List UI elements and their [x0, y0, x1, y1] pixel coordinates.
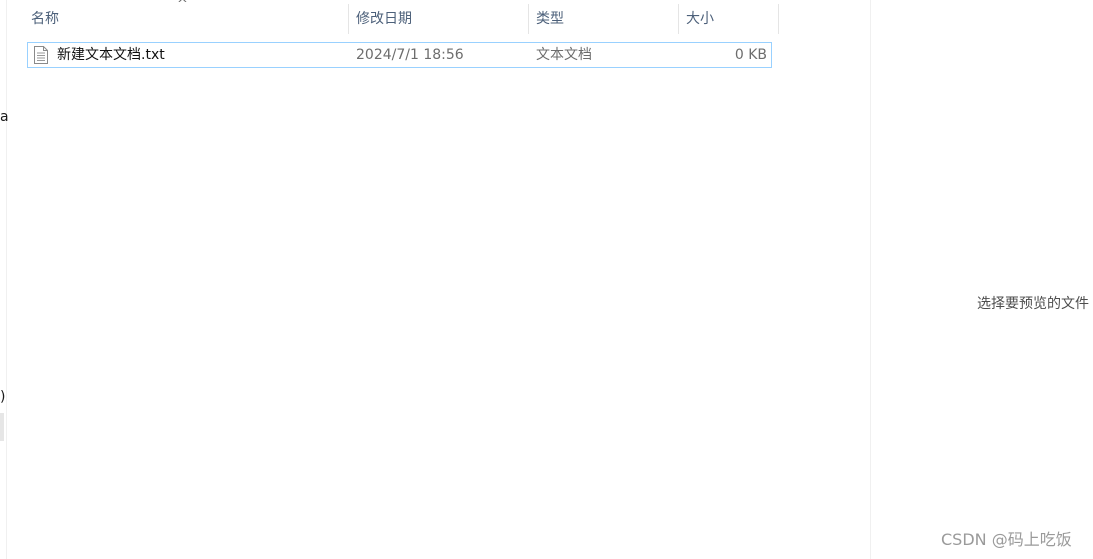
preview-pane: 选择要预览的文件 CSDN @码上吃饭 — [870, 0, 1093, 559]
navigation-pane-edge — [0, 0, 7, 559]
column-divider[interactable] — [778, 4, 779, 34]
column-header-date-modified[interactable]: 修改日期 — [349, 4, 528, 34]
column-header-size[interactable]: 大小 — [679, 4, 778, 34]
preview-message: 选择要预览的文件 — [977, 296, 1089, 312]
file-explorer-window: a ) ^ 名称 修改日期 类型 大小 新建文本文档.txt 2024/7/1 … — [0, 0, 1093, 559]
text-file-icon — [34, 46, 48, 64]
column-header-name[interactable]: 名称 — [24, 4, 348, 34]
file-name[interactable]: 新建文本文档.txt — [57, 43, 165, 67]
navigation-item-fragment[interactable]: a — [0, 109, 9, 125]
file-size: 0 KB — [734, 47, 767, 63]
column-header-row: ^ 名称 修改日期 类型 大小 — [24, 0, 779, 34]
file-row[interactable]: 新建文本文档.txt 2024/7/1 18:56 文本文档 0 KB — [27, 42, 772, 68]
column-header-type[interactable]: 类型 — [529, 4, 678, 34]
file-type: 文本文档 — [536, 47, 592, 63]
watermark: CSDN @码上吃饭 — [941, 530, 1072, 549]
file-date-modified: 2024/7/1 18:56 — [356, 47, 464, 63]
navigation-item-fragment[interactable]: ) — [0, 389, 5, 405]
navigation-scrollbar[interactable] — [0, 413, 4, 441]
